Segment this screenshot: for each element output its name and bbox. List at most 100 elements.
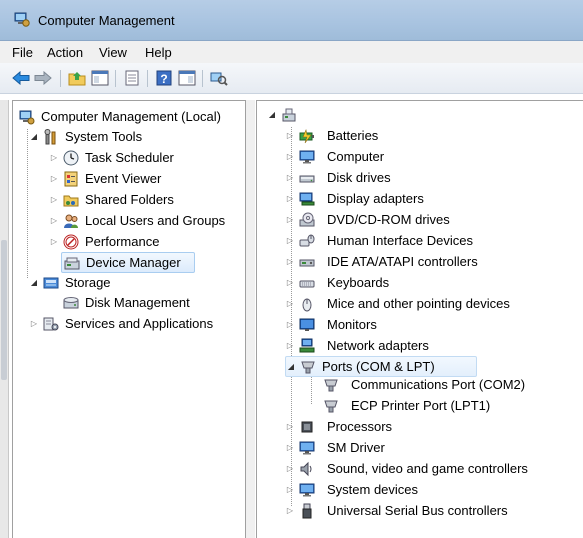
show-action-pane-icon[interactable] — [177, 68, 197, 88]
device-category-usb[interactable]: ▷ Universal Serial Bus controllers — [285, 501, 575, 520]
device-category-ports[interactable]: ◢ Ports (COM & LPT) — [285, 356, 477, 377]
collapsed-arrow-icon[interactable]: ▷ — [285, 480, 295, 499]
device-root[interactable]: ◢ — [267, 105, 307, 124]
collapsed-arrow-icon[interactable]: ▷ — [285, 438, 295, 457]
collapsed-arrow-icon[interactable]: ▷ — [285, 231, 295, 250]
tree-item-storage[interactable]: ◢ Storage — [29, 273, 239, 292]
device-category-batteries[interactable]: ▷ Batteries — [285, 126, 575, 145]
collapsed-arrow-icon[interactable]: ▷ — [49, 211, 59, 230]
menu-file[interactable]: File — [12, 45, 33, 60]
collapsed-arrow-icon[interactable]: ▷ — [285, 252, 295, 271]
collapsed-arrow-icon[interactable]: ▷ — [285, 273, 295, 292]
shared-folder-icon — [63, 192, 79, 208]
event-viewer-icon — [63, 171, 79, 187]
port-icon — [323, 398, 339, 414]
menu-bar: File Action View Help — [0, 41, 583, 63]
device-category-sm-driver[interactable]: ▷ SM Driver — [285, 438, 575, 457]
collapsed-arrow-icon[interactable]: ▷ — [285, 126, 295, 145]
device-category-disk-drives[interactable]: ▷ Disk drives — [285, 168, 575, 187]
collapsed-arrow-icon[interactable]: ▷ — [285, 501, 295, 520]
forward-icon[interactable] — [33, 68, 53, 88]
tree-item-device-manager[interactable]: Device Manager — [61, 252, 195, 273]
device-category-processors[interactable]: ▷ Processors — [285, 417, 575, 436]
device-label: Disk drives — [327, 170, 391, 185]
device-category-monitors[interactable]: ▷ Monitors — [285, 315, 575, 334]
pane-splitter[interactable] — [245, 100, 255, 538]
collapsed-arrow-icon[interactable]: ▷ — [49, 190, 59, 209]
device-category-ide[interactable]: ▷ IDE ATA/ATAPI controllers — [285, 252, 575, 271]
device-com2[interactable]: Communications Port (COM2) — [323, 375, 573, 394]
tree-label: Shared Folders — [85, 192, 174, 207]
ide-controller-icon — [299, 254, 315, 270]
device-category-hid[interactable]: ▷ Human Interface Devices — [285, 231, 575, 250]
expanded-arrow-icon[interactable]: ◢ — [29, 127, 39, 146]
collapsed-arrow-icon[interactable]: ▷ — [285, 315, 295, 334]
speaker-icon — [299, 461, 315, 477]
system-tools-icon — [43, 129, 59, 145]
scan-hardware-icon[interactable] — [209, 68, 229, 88]
tree-item-computer-management[interactable]: Computer Management (Local) — [19, 107, 243, 126]
export-list-icon[interactable] — [122, 68, 142, 88]
device-category-network-adapters[interactable]: ▷ Network adapters — [285, 336, 575, 355]
port-icon — [323, 377, 339, 393]
device-category-computer[interactable]: ▷ Computer — [285, 147, 575, 166]
storage-icon — [43, 275, 59, 291]
menu-help[interactable]: Help — [145, 45, 172, 60]
tree-label: Disk Management — [85, 295, 190, 310]
back-icon[interactable] — [11, 68, 31, 88]
collapsed-arrow-icon[interactable]: ▷ — [285, 210, 295, 229]
collapsed-arrow-icon[interactable]: ▷ — [285, 189, 295, 208]
device-label: Human Interface Devices — [327, 233, 473, 248]
collapsed-arrow-icon[interactable]: ▷ — [285, 336, 295, 355]
expanded-arrow-icon[interactable]: ◢ — [29, 273, 39, 292]
collapsed-arrow-icon[interactable]: ▷ — [49, 148, 59, 167]
device-category-mice[interactable]: ▷ Mice and other pointing devices — [285, 294, 575, 313]
collapsed-arrow-icon[interactable]: ▷ — [285, 294, 295, 313]
help-icon[interactable]: ? — [154, 68, 174, 88]
tree-label: Performance — [85, 234, 160, 249]
device-lpt1[interactable]: ECP Printer Port (LPT1) — [323, 396, 573, 415]
expanded-arrow-icon[interactable]: ◢ — [267, 105, 277, 124]
device-tree-pane: ◢ ▷ Batteries ▷ Computer ▷ Disk drives ▷… — [256, 100, 583, 538]
device-category-keyboards[interactable]: ▷ Keyboards — [285, 273, 575, 292]
window-title: Computer Management — [38, 13, 175, 28]
up-folder-icon[interactable] — [67, 68, 87, 88]
monitor-icon — [299, 317, 315, 333]
tree-item-shared-folders[interactable]: ▷ Shared Folders — [49, 190, 239, 209]
collapsed-arrow-icon[interactable]: ▷ — [285, 459, 295, 478]
menu-action[interactable]: Action — [47, 45, 83, 60]
device-category-dvd-cdrom[interactable]: ▷ DVD/CD-ROM drives — [285, 210, 575, 229]
device-label: Batteries — [327, 128, 379, 143]
toolbar: ? — [0, 63, 583, 94]
menu-view[interactable]: View — [99, 45, 127, 60]
title-bar[interactable]: Computer Management — [0, 0, 583, 41]
collapsed-arrow-icon[interactable]: ▷ — [285, 168, 295, 187]
computer-management-icon — [19, 109, 35, 125]
device-label: Communications Port (COM2) — [351, 377, 526, 392]
collapsed-arrow-icon[interactable]: ▷ — [49, 232, 59, 251]
collapsed-arrow-icon[interactable]: ▷ — [285, 147, 295, 166]
device-label: Ports (COM & LPT) — [322, 359, 435, 374]
device-label: IDE ATA/ATAPI controllers — [327, 254, 478, 269]
console-tree-pane: Computer Management (Local) ◢ System Too… — [12, 100, 246, 538]
device-label: Display adapters — [327, 191, 424, 206]
tree-label: Device Manager — [86, 255, 181, 270]
tree-item-local-users-groups[interactable]: ▷ Local Users and Groups — [49, 211, 239, 230]
device-category-sound[interactable]: ▷ Sound, video and game controllers — [285, 459, 575, 478]
collapsed-arrow-icon[interactable]: ▷ — [49, 169, 59, 188]
collapsed-arrow-icon[interactable]: ▷ — [29, 314, 39, 333]
keyboard-icon — [299, 275, 315, 291]
left-edge-scrollbar[interactable] — [0, 100, 9, 538]
expanded-arrow-icon[interactable]: ◢ — [286, 357, 296, 376]
device-category-system-devices[interactable]: ▷ System devices — [285, 480, 575, 499]
tree-item-performance[interactable]: ▷ Performance — [49, 232, 239, 251]
tree-item-task-scheduler[interactable]: ▷ Task Scheduler — [49, 148, 239, 167]
tree-label: Event Viewer — [85, 171, 162, 186]
tree-item-event-viewer[interactable]: ▷ Event Viewer — [49, 169, 239, 188]
tree-item-disk-management[interactable]: Disk Management — [63, 293, 239, 312]
device-category-display-adapters[interactable]: ▷ Display adapters — [285, 189, 575, 208]
show-hide-tree-icon[interactable] — [90, 68, 110, 88]
tree-item-system-tools[interactable]: ◢ System Tools — [29, 127, 239, 146]
tree-item-services-applications[interactable]: ▷ Services and Applications — [29, 314, 243, 333]
collapsed-arrow-icon[interactable]: ▷ — [285, 417, 295, 436]
